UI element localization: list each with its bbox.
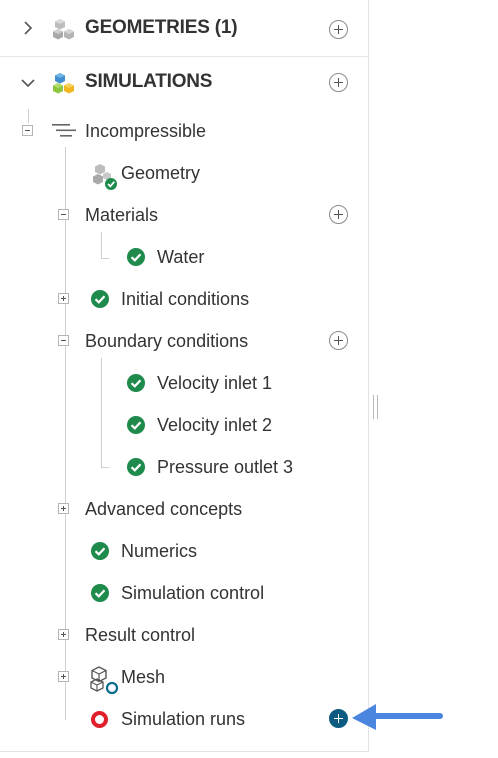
add-material-button[interactable] bbox=[329, 205, 348, 224]
add-boundary-condition-button[interactable] bbox=[329, 331, 348, 350]
check-icon bbox=[91, 584, 109, 602]
check-icon bbox=[127, 374, 145, 392]
cubes-icon bbox=[53, 19, 74, 40]
chevron-down-icon[interactable] bbox=[21, 76, 35, 90]
tree-node-label: Numerics bbox=[121, 541, 198, 561]
tree-node-label: Velocity inlet 2 bbox=[157, 415, 273, 435]
check-icon bbox=[127, 458, 145, 476]
check-icon bbox=[127, 416, 145, 434]
divider bbox=[0, 56, 368, 57]
mesh-icon bbox=[90, 666, 119, 695]
tree-node-label: Velocity inlet 1 bbox=[157, 373, 273, 393]
tree-node-label: Result control bbox=[85, 625, 196, 645]
check-icon bbox=[127, 248, 145, 266]
expand-toggle[interactable] bbox=[58, 671, 69, 682]
expand-toggle[interactable] bbox=[58, 629, 69, 640]
tree-line bbox=[28, 109, 29, 123]
tree-node-label: Incompressible bbox=[85, 121, 207, 141]
add-simulation-run-button[interactable] bbox=[329, 709, 348, 728]
collapse-toggle[interactable] bbox=[58, 209, 69, 220]
cubes-color-icon bbox=[53, 73, 74, 94]
geometry-check-icon bbox=[93, 164, 117, 190]
tree-node-label: Mesh bbox=[121, 667, 166, 687]
expand-toggle[interactable] bbox=[58, 503, 69, 514]
simulations-title: SIMULATIONS bbox=[85, 71, 213, 92]
tree-line bbox=[101, 232, 102, 259]
collapse-toggle[interactable] bbox=[58, 335, 69, 346]
simulation-list-icon bbox=[52, 124, 76, 137]
tree-line bbox=[101, 358, 102, 468]
tree-node-label: Simulation runs bbox=[121, 709, 246, 729]
tree-node-label: Geometry bbox=[121, 163, 201, 183]
check-icon bbox=[91, 542, 109, 560]
panel-resize-handle[interactable] bbox=[373, 395, 379, 419]
collapse-toggle[interactable] bbox=[22, 125, 33, 136]
tree-line bbox=[101, 467, 109, 468]
expand-toggle[interactable] bbox=[58, 293, 69, 304]
chevron-right-icon[interactable] bbox=[21, 21, 35, 35]
tree-node-label: Advanced concepts bbox=[85, 499, 243, 519]
tree-node-label: Pressure outlet 3 bbox=[157, 457, 294, 477]
tree-node-label: Materials bbox=[85, 205, 159, 225]
tree-node-label: Water bbox=[157, 247, 205, 267]
add-geometry-button[interactable] bbox=[329, 20, 348, 39]
check-icon bbox=[91, 290, 109, 308]
add-simulation-button[interactable] bbox=[329, 73, 348, 92]
tree-node-label: Simulation control bbox=[121, 583, 265, 603]
tree-line bbox=[101, 258, 109, 259]
tree-node-label: Initial conditions bbox=[121, 289, 250, 309]
tree-node-label: Boundary conditions bbox=[85, 331, 249, 351]
geometries-title: GEOMETRIES (1) bbox=[85, 17, 238, 38]
simulation-tree-panel: GEOMETRIES (1) SIMULATIONS Incompressibl… bbox=[0, 0, 369, 752]
missing-status-icon bbox=[91, 711, 108, 728]
annotation-arrow-icon bbox=[352, 704, 443, 730]
